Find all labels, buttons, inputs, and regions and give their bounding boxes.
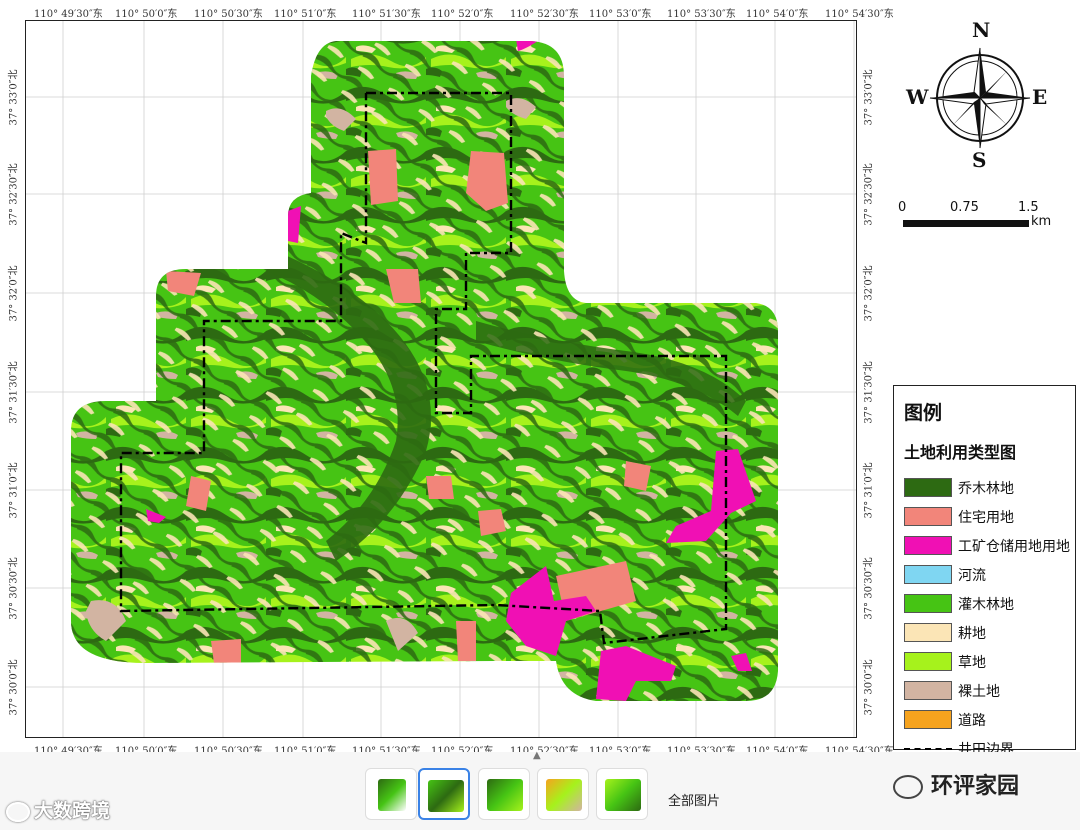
legend-item: 裸土地 bbox=[904, 676, 1075, 705]
legend-swatch bbox=[904, 536, 952, 555]
scale-bar-graphic bbox=[903, 220, 1029, 227]
collapse-arrow-icon[interactable]: ▲ bbox=[533, 750, 541, 761]
compass-n: N bbox=[972, 18, 991, 42]
lat-label-left: 37° 33′0″北 bbox=[8, 69, 20, 126]
land-use-patches bbox=[71, 41, 778, 701]
scale-label-1: 0.75 bbox=[950, 200, 979, 215]
legend-panel: 图例 土地利用类型图 乔木林地住宅用地工矿仓储用地用地 河流灌木林地耕地草地裸土地… bbox=[893, 385, 1076, 758]
lat-label-left: 37° 30′30″北 bbox=[8, 557, 20, 620]
legend-swatch bbox=[904, 507, 952, 526]
lat-label-right: 37° 31′0″北 bbox=[863, 462, 875, 519]
thumbnail-5[interactable] bbox=[596, 768, 648, 820]
legend-swatch bbox=[904, 681, 952, 700]
thumbnail-3[interactable] bbox=[478, 768, 530, 820]
lon-label-top: 110° 51′30″东 bbox=[352, 9, 421, 20]
lat-label-left: 37° 31′30″北 bbox=[8, 361, 20, 424]
scale-bar: 0 0.75 1.5 km bbox=[893, 198, 1053, 238]
compass-w: W bbox=[906, 85, 929, 109]
watermark-logo-icon bbox=[6, 801, 30, 822]
thumbnail-image bbox=[546, 779, 582, 811]
legend-label: 灌木林地 bbox=[958, 596, 1014, 613]
thumbnail-image bbox=[378, 779, 406, 811]
lon-label-top: 110° 54′0″东 bbox=[746, 9, 809, 20]
scale-label-0: 0 bbox=[898, 200, 907, 215]
lon-label-top: 110° 53′30″东 bbox=[667, 9, 736, 20]
legend-item: 道路 bbox=[904, 705, 1075, 734]
legend-swatch bbox=[904, 623, 952, 642]
lon-label-top: 110° 51′0″东 bbox=[274, 9, 337, 20]
legend-swatch bbox=[904, 478, 952, 497]
legend-item: 住宅用地 bbox=[904, 502, 1075, 531]
lat-label-right: 37° 31′30″北 bbox=[863, 361, 875, 424]
lon-label-top: 110° 53′0″东 bbox=[589, 9, 652, 20]
land-use-map bbox=[26, 21, 856, 737]
wechat-icon bbox=[893, 775, 923, 799]
legend-item: 河流 bbox=[904, 560, 1075, 589]
legend-swatch bbox=[904, 710, 952, 729]
lat-label-right: 37° 33′0″北 bbox=[863, 69, 875, 126]
thumbnail-2[interactable] bbox=[418, 768, 470, 820]
watermark-right: 环评家园 bbox=[893, 768, 1019, 800]
lat-label-left: 37° 32′30″北 bbox=[8, 163, 20, 226]
lat-label-left: 37° 30′0″北 bbox=[8, 659, 20, 716]
lon-label-top: 110° 54′30″东 bbox=[825, 9, 894, 20]
lon-label-top: 110° 52′0″东 bbox=[431, 9, 494, 20]
thumbnail-image bbox=[428, 780, 464, 812]
thumbnail-image bbox=[605, 779, 641, 811]
thumbnail-image bbox=[487, 779, 523, 811]
compass-s: S bbox=[972, 148, 987, 172]
legend-label: 工矿仓储用地用地 bbox=[958, 538, 1070, 555]
scale-unit: km bbox=[1031, 214, 1052, 229]
thumbnail-1[interactable] bbox=[365, 768, 417, 820]
legend-swatch bbox=[904, 594, 952, 613]
lat-label-right: 37° 30′30″北 bbox=[863, 557, 875, 620]
map-frame bbox=[25, 20, 857, 738]
legend-label: 草地 bbox=[958, 654, 986, 671]
legend-swatch bbox=[904, 652, 952, 671]
lat-label-right: 37° 30′0″北 bbox=[863, 659, 875, 716]
legend-title: 图例 bbox=[904, 402, 943, 424]
thumbnail-4[interactable] bbox=[537, 768, 589, 820]
legend-label: 耕地 bbox=[958, 625, 986, 642]
legend-subtitle: 土地利用类型图 bbox=[904, 443, 1017, 462]
lat-label-right: 37° 32′30″北 bbox=[863, 163, 875, 226]
scale-label-2: 1.5 bbox=[1018, 200, 1039, 215]
lon-label-top: 110° 49′30″东 bbox=[34, 9, 103, 20]
legend-label: 裸土地 bbox=[958, 683, 1000, 700]
lat-label-left: 37° 31′0″北 bbox=[8, 462, 20, 519]
legend-label: 河流 bbox=[958, 567, 986, 584]
legend-boundary-line bbox=[904, 747, 952, 750]
watermark-left: 大数跨境 bbox=[6, 796, 110, 823]
legend-label: 乔木林地 bbox=[958, 480, 1014, 497]
legend-item: 工矿仓储用地用地 bbox=[904, 531, 1075, 560]
watermark-right-text: 环评家园 bbox=[931, 774, 1020, 799]
lon-label-top: 110° 50′30″东 bbox=[194, 9, 263, 20]
legend-label: 住宅用地 bbox=[958, 509, 1014, 526]
legend-item: 耕地 bbox=[904, 618, 1075, 647]
watermark-left-text: 大数跨境 bbox=[34, 800, 111, 822]
north-arrow: N S E W bbox=[900, 18, 1060, 173]
legend-item: 灌木林地 bbox=[904, 589, 1075, 618]
lon-label-top: 110° 50′0″东 bbox=[115, 9, 178, 20]
legend-label: 道路 bbox=[958, 712, 986, 729]
lon-label-top: 110° 52′30″东 bbox=[510, 9, 579, 20]
lat-label-left: 37° 32′0″北 bbox=[8, 265, 20, 322]
legend-item: 乔木林地 bbox=[904, 473, 1075, 502]
compass-e: E bbox=[1032, 85, 1048, 109]
legend-item: 草地 bbox=[904, 647, 1075, 676]
legend-swatch bbox=[904, 565, 952, 584]
all-images-link[interactable]: 全部图片 bbox=[668, 790, 720, 809]
lat-label-right: 37° 32′0″北 bbox=[863, 265, 875, 322]
